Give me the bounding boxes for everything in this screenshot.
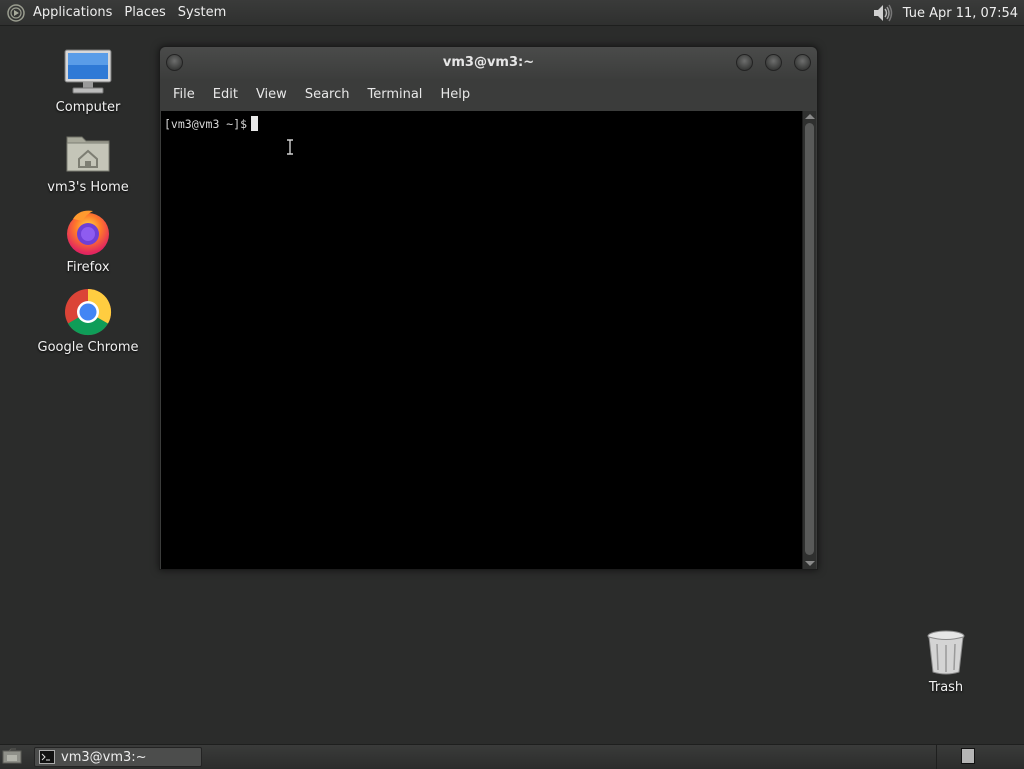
menu-view[interactable]: View xyxy=(247,87,296,102)
window-title: vm3@vm3:~ xyxy=(160,55,817,70)
menu-logo-icon[interactable] xyxy=(5,2,27,24)
terminal-scrollbar[interactable] xyxy=(802,111,816,569)
minimize-button[interactable] xyxy=(736,54,753,71)
terminal-output[interactable]: [vm3@vm3 ~]$ xyxy=(161,111,803,569)
shell-prompt: [vm3@vm3 ~]$ xyxy=(164,117,247,131)
text-cursor xyxy=(251,116,258,131)
clock[interactable]: Tue Apr 11, 07:54 xyxy=(895,6,1024,21)
scroll-down-icon[interactable] xyxy=(805,561,815,566)
menu-help[interactable]: Help xyxy=(431,87,479,102)
desktop-icon-label: Trash xyxy=(929,680,963,695)
desktop-icon-chrome[interactable]: Google Chrome xyxy=(33,286,143,355)
maximize-button[interactable] xyxy=(765,54,782,71)
bottom-panel: vm3@vm3:~ xyxy=(0,744,1024,768)
menu-edit[interactable]: Edit xyxy=(204,87,247,102)
show-desktop-icon[interactable] xyxy=(2,748,22,765)
workspace-1[interactable] xyxy=(961,748,975,764)
terminal-menu-bar: File Edit View Search Terminal Help xyxy=(160,79,817,110)
desktop-icon-label: Google Chrome xyxy=(38,340,139,355)
volume-icon[interactable] xyxy=(871,2,895,24)
top-panel: Applications Places System Tue Apr 11, 0… xyxy=(0,0,1024,26)
home-folder-icon xyxy=(62,126,114,178)
firefox-icon xyxy=(62,206,114,258)
close-button[interactable] xyxy=(794,54,811,71)
desktop-icon-home[interactable]: vm3's Home xyxy=(33,126,143,195)
desktop-icon-firefox[interactable]: Firefox xyxy=(33,206,143,275)
terminal-window[interactable]: vm3@vm3:~ File Edit View Search Terminal… xyxy=(159,46,818,570)
chrome-icon xyxy=(62,286,114,338)
mouse-ibeam-icon xyxy=(286,139,294,155)
desktop-icon-label: vm3's Home xyxy=(47,180,129,195)
computer-icon xyxy=(62,46,114,98)
taskbar-terminal-button[interactable]: vm3@vm3:~ xyxy=(34,747,202,767)
taskbar-terminal-label: vm3@vm3:~ xyxy=(61,750,147,765)
title-bar[interactable]: vm3@vm3:~ xyxy=(160,47,817,79)
trash-icon xyxy=(920,626,972,678)
applications-menu[interactable]: Applications xyxy=(27,5,118,20)
desktop-icon-label: Computer xyxy=(56,100,121,115)
menu-terminal[interactable]: Terminal xyxy=(358,87,431,102)
places-menu[interactable]: Places xyxy=(118,5,171,20)
prompt-line: [vm3@vm3 ~]$ xyxy=(164,116,258,131)
scroll-thumb[interactable] xyxy=(805,123,814,555)
desktop-icon-label: Firefox xyxy=(66,260,109,275)
terminal-icon xyxy=(39,750,55,764)
menu-search[interactable]: Search xyxy=(296,87,359,102)
menu-file[interactable]: File xyxy=(164,87,204,102)
desktop-icon-computer[interactable]: Computer xyxy=(33,46,143,115)
desktop-icon-trash[interactable]: Trash xyxy=(891,626,1001,695)
system-menu[interactable]: System xyxy=(172,5,232,20)
scroll-up-icon[interactable] xyxy=(805,114,815,119)
